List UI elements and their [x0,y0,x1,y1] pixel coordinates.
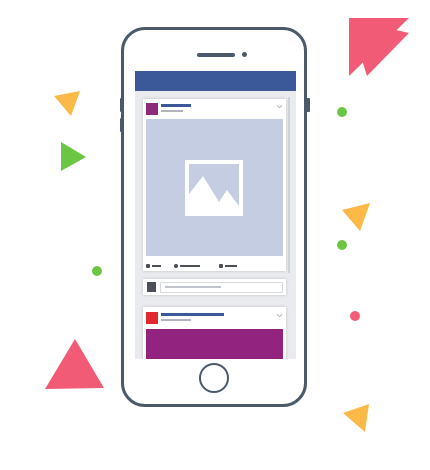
phone-screen [135,71,296,359]
post-author-name[interactable] [161,104,191,107]
green-dot [337,107,347,117]
home-button[interactable] [199,363,229,393]
post-cover-image[interactable] [146,329,283,359]
share-icon [219,264,223,268]
pink-triangle-bottom-left [45,339,104,389]
post-meta [161,110,183,112]
chevron-down-icon[interactable] [276,104,283,109]
feed-post [143,99,286,271]
post-author-name[interactable] [161,313,224,316]
green-triangle-left [61,142,86,171]
comment-input[interactable] [160,282,283,293]
chevron-down-icon[interactable] [276,313,283,318]
like-button[interactable] [146,263,161,269]
post-meta [161,319,191,321]
image-placeholder-icon [185,160,243,216]
avatar[interactable] [146,103,158,115]
post-image[interactable] [146,119,283,256]
phone-speaker [197,53,235,57]
orange-triangle-left [54,91,80,116]
app-top-bar [135,71,296,91]
thumbs-up-icon [146,264,150,268]
scrollbar[interactable] [288,97,290,273]
orange-triangle-right [342,203,370,231]
orange-triangle-bottom-right [343,404,369,432]
feed-post [143,307,286,359]
comment-button[interactable] [174,263,200,269]
comment-placeholder [165,286,221,288]
pink-triangle-top-right [349,19,409,76]
avatar[interactable] [146,312,158,324]
share-button[interactable] [219,263,237,269]
green-dot [92,266,102,276]
comment-icon [174,264,178,268]
pink-dot [350,311,360,321]
green-dot [337,240,347,250]
phone-camera [242,52,247,57]
avatar [147,282,156,292]
comment-composer [143,279,286,295]
